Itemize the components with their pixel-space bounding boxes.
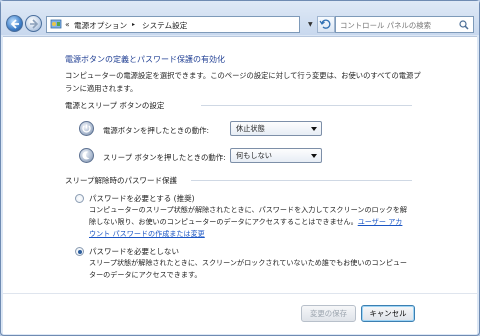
- sleep-button-label: スリープ ボタンを押したときの動作:: [103, 153, 226, 162]
- require-password-radio[interactable]: [75, 194, 84, 203]
- cancel-button[interactable]: キャンセル: [361, 305, 415, 322]
- no-password-description: スリープ状態が解除されたときに、スクリーンがロックされていないため誰でもお使いの…: [89, 258, 408, 279]
- breadcrumb-chevron[interactable]: «: [65, 20, 70, 29]
- search-input[interactable]: [340, 18, 450, 32]
- arrow-left-icon: [10, 19, 19, 29]
- require-password-label[interactable]: パスワードを必要とする (推奨): [89, 193, 195, 204]
- refresh-icon: [319, 19, 331, 29]
- search-box[interactable]: [335, 16, 474, 33]
- power-button-icon: [79, 121, 94, 136]
- group-divider: [191, 180, 412, 181]
- intro-text: コンピューターの電源設定を選択できます。このページの設定に対して行う変更は、お使…: [65, 71, 421, 93]
- control-panel-window: « 電源オプション ▸ システム設定 ▼ 電源ボタンの定義とパスワード保護の有効…: [0, 0, 480, 336]
- search-icon[interactable]: [459, 20, 469, 30]
- control-panel-icon: [50, 19, 62, 29]
- address-dropdown-icon[interactable]: ▼: [308, 21, 313, 28]
- no-password-radio[interactable]: [75, 247, 84, 256]
- power-button-action-select[interactable]: 休止状態: [230, 121, 322, 136]
- breadcrumb-separator[interactable]: ▸: [132, 21, 135, 28]
- save-changes-button[interactable]: 変更の保存: [301, 305, 356, 322]
- page-title: 電源ボタンの定義とパスワード保護の有効化: [65, 55, 225, 64]
- address-bar-row: « 電源オプション ▸ システム設定 ▼: [1, 1, 479, 35]
- forward-button[interactable]: [25, 15, 42, 32]
- group-divider: [201, 105, 412, 106]
- password-group-label: スリープ解除時のパスワード保護: [65, 176, 178, 185]
- chevron-down-icon: [311, 154, 317, 158]
- breadcrumb-item-power-options[interactable]: 電源オプション: [74, 20, 127, 31]
- no-password-label[interactable]: パスワードを必要としない: [89, 246, 179, 257]
- address-bar[interactable]: « 電源オプション ▸ システム設定: [46, 16, 300, 33]
- require-password-description: コンピューターのスリープ状態が解除されたときに、パスワードを入力してスクリーンの…: [89, 204, 409, 240]
- chevron-down-icon: [311, 127, 317, 131]
- content-pane: 電源ボタンの定義とパスワード保護の有効化 コンピューターの電源設定を選択できます…: [3, 36, 477, 334]
- footer-divider: [3, 293, 477, 294]
- back-button[interactable]: [6, 15, 23, 32]
- power-button-label: 電源ボタンを押したときの動作:: [103, 126, 209, 135]
- sleep-button-icon: [79, 148, 94, 163]
- sleep-button-action-select[interactable]: 何もしない: [230, 148, 322, 163]
- arrow-right-icon: [30, 19, 39, 29]
- buttons-group-label: 電源とスリープ ボタンの設定: [65, 101, 165, 110]
- sleep-button-action-value: 何もしない: [236, 151, 272, 160]
- breadcrumb-item-system-settings[interactable]: システム設定: [142, 20, 187, 31]
- power-button-action-value: 休止状態: [236, 124, 265, 133]
- refresh-button[interactable]: [317, 16, 335, 33]
